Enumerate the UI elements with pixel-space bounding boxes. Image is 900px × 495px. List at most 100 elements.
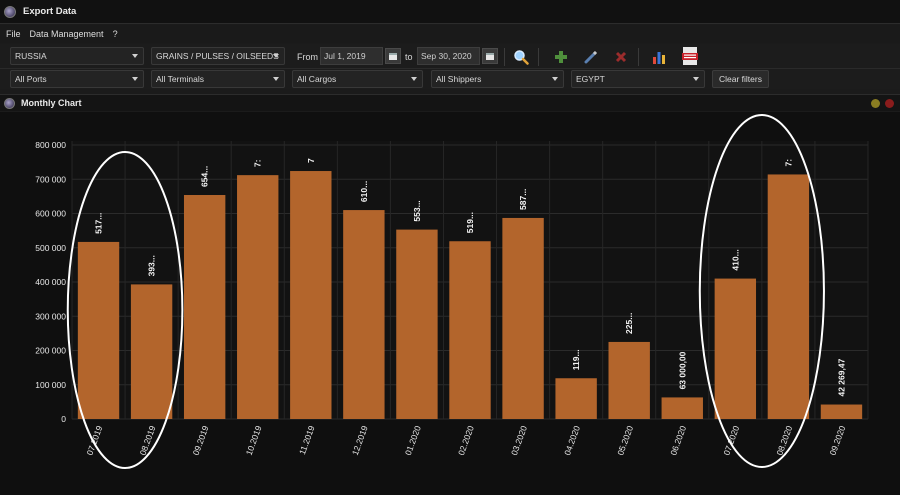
panel-title: Monthly Chart — [21, 98, 82, 108]
bar — [555, 378, 597, 419]
bar-value-label: 119... — [571, 349, 581, 370]
app-logo-icon — [4, 5, 16, 18]
y-tick-label: 800 000 — [35, 140, 66, 150]
bar — [77, 241, 120, 419]
bar — [343, 210, 385, 419]
panel-logo-icon — [4, 97, 15, 109]
edit-icon[interactable] — [581, 47, 601, 67]
bar — [396, 229, 438, 419]
bar-value-label: 587... — [518, 189, 528, 210]
bar-value-label: 393... — [147, 255, 157, 276]
destination-select[interactable]: EGYPT — [571, 70, 705, 88]
bar — [183, 195, 226, 419]
x-tick-label: 10.2019 — [244, 424, 264, 457]
bar-value-label: 42 269,47 — [836, 358, 846, 396]
bar-value-label: 553... — [412, 200, 422, 221]
calendar-icon — [486, 52, 494, 60]
toolbar-separator — [538, 48, 539, 66]
menu-data-management[interactable]: Data Management — [30, 29, 104, 39]
category-select-value: GRAINS / PULSES / OILSEEDS — [156, 51, 279, 61]
bar — [290, 171, 332, 419]
y-tick-label: 300 000 — [35, 311, 66, 321]
country-select[interactable]: RUSSIA — [10, 47, 144, 65]
bar-value-label: 7: — [253, 159, 263, 167]
x-tick-label: 09.2020 — [827, 424, 847, 457]
y-tick-label: 100 000 — [35, 380, 66, 390]
x-tick-label: 04.2020 — [562, 424, 582, 457]
chevron-down-icon — [273, 77, 279, 81]
to-calendar-button[interactable] — [482, 48, 498, 64]
bar — [130, 284, 173, 419]
minimize-icon[interactable] — [871, 99, 880, 108]
title-bar: Export Data — [0, 0, 900, 24]
window-title: Export Data — [23, 6, 77, 17]
cargos-select[interactable]: All Cargos — [292, 70, 423, 88]
y-tick-label: 700 000 — [35, 174, 66, 184]
clear-filters-button[interactable]: Clear filters — [712, 70, 769, 88]
bar — [767, 174, 810, 419]
bar-value-label: 519... — [465, 212, 475, 233]
x-tick-label: 05.2020 — [615, 424, 635, 457]
add-icon[interactable] — [551, 47, 571, 67]
shippers-select[interactable]: All Shippers — [431, 70, 564, 88]
bar-value-label: 7 — [306, 158, 316, 163]
from-date-input[interactable]: Jul 1, 2019 — [320, 47, 383, 65]
bar-value-label: 63 000,00 — [677, 351, 687, 389]
x-tick-label: 08.2020 — [774, 424, 794, 457]
bar-value-label: 410... — [730, 249, 740, 270]
y-tick-label: 200 000 — [35, 346, 66, 356]
bar-value-label: 7: — [783, 159, 793, 167]
toolbar-separator — [638, 48, 639, 66]
excel-export-icon[interactable] — [680, 46, 700, 66]
x-tick-label: 03.2020 — [509, 424, 529, 457]
filter-toolbar-top: RUSSIA GRAINS / PULSES / OILSEEDS From J… — [0, 44, 900, 69]
bar — [820, 404, 863, 419]
category-select[interactable]: GRAINS / PULSES / OILSEEDS — [151, 47, 285, 65]
x-tick-label: 11.2019 — [297, 424, 317, 456]
shippers-select-value: All Shippers — [436, 74, 482, 84]
x-tick-label: 08.2019 — [138, 424, 158, 457]
destination-select-value: EGYPT — [576, 74, 605, 84]
ports-select-value: All Ports — [15, 74, 47, 84]
menu-help[interactable]: ? — [113, 29, 118, 39]
chevron-down-icon — [552, 77, 558, 81]
toolbar-separator — [504, 48, 505, 66]
terminals-select[interactable]: All Terminals — [151, 70, 285, 88]
bar — [237, 175, 279, 419]
terminals-select-value: All Terminals — [156, 74, 205, 84]
x-tick-label: 09.2019 — [191, 424, 211, 457]
calendar-icon — [389, 52, 397, 60]
bar — [608, 341, 650, 419]
cargos-select-value: All Cargos — [297, 74, 337, 84]
menu-file[interactable]: File — [6, 29, 21, 39]
ports-select[interactable]: All Ports — [10, 70, 144, 88]
to-date-input[interactable]: Sep 30, 2020 — [417, 47, 480, 65]
chevron-down-icon — [411, 77, 417, 81]
bar-value-label: 654... — [200, 166, 210, 187]
country-select-value: RUSSIA — [15, 51, 47, 61]
bar-value-label: 225... — [624, 313, 634, 334]
bar — [714, 278, 757, 419]
from-calendar-button[interactable] — [385, 48, 401, 64]
search-icon[interactable] — [511, 47, 531, 67]
menu-bar: File Data Management ? — [0, 25, 900, 43]
from-label: From — [297, 52, 318, 62]
chevron-down-icon — [132, 54, 138, 58]
chevron-down-icon — [693, 77, 699, 81]
close-icon[interactable] — [885, 99, 894, 108]
bar — [661, 397, 703, 419]
bar-value-label: 517... — [94, 213, 104, 234]
monthly-bar-chart: 0 100 000 200 000 300 000 400 000 500 000 600 … — [35, 114, 869, 469]
x-tick-label: 01.2020 — [403, 424, 423, 457]
bar — [502, 217, 544, 419]
x-tick-label: 12.2019 — [350, 424, 370, 457]
chart-panel-header: Monthly Chart — [0, 94, 900, 111]
bar — [449, 241, 491, 419]
chart-icon[interactable] — [649, 47, 669, 67]
filter-toolbar-bottom: All Ports All Terminals All Cargos All S… — [0, 68, 900, 89]
monthly-chart: 0 100 000 200 000 300 000 400 000 500 000 600 … — [0, 112, 900, 495]
x-tick-label: 06.2020 — [668, 424, 688, 457]
to-label: to — [405, 52, 413, 62]
y-tick-label: 500 000 — [35, 243, 66, 253]
delete-icon[interactable] — [611, 47, 631, 67]
